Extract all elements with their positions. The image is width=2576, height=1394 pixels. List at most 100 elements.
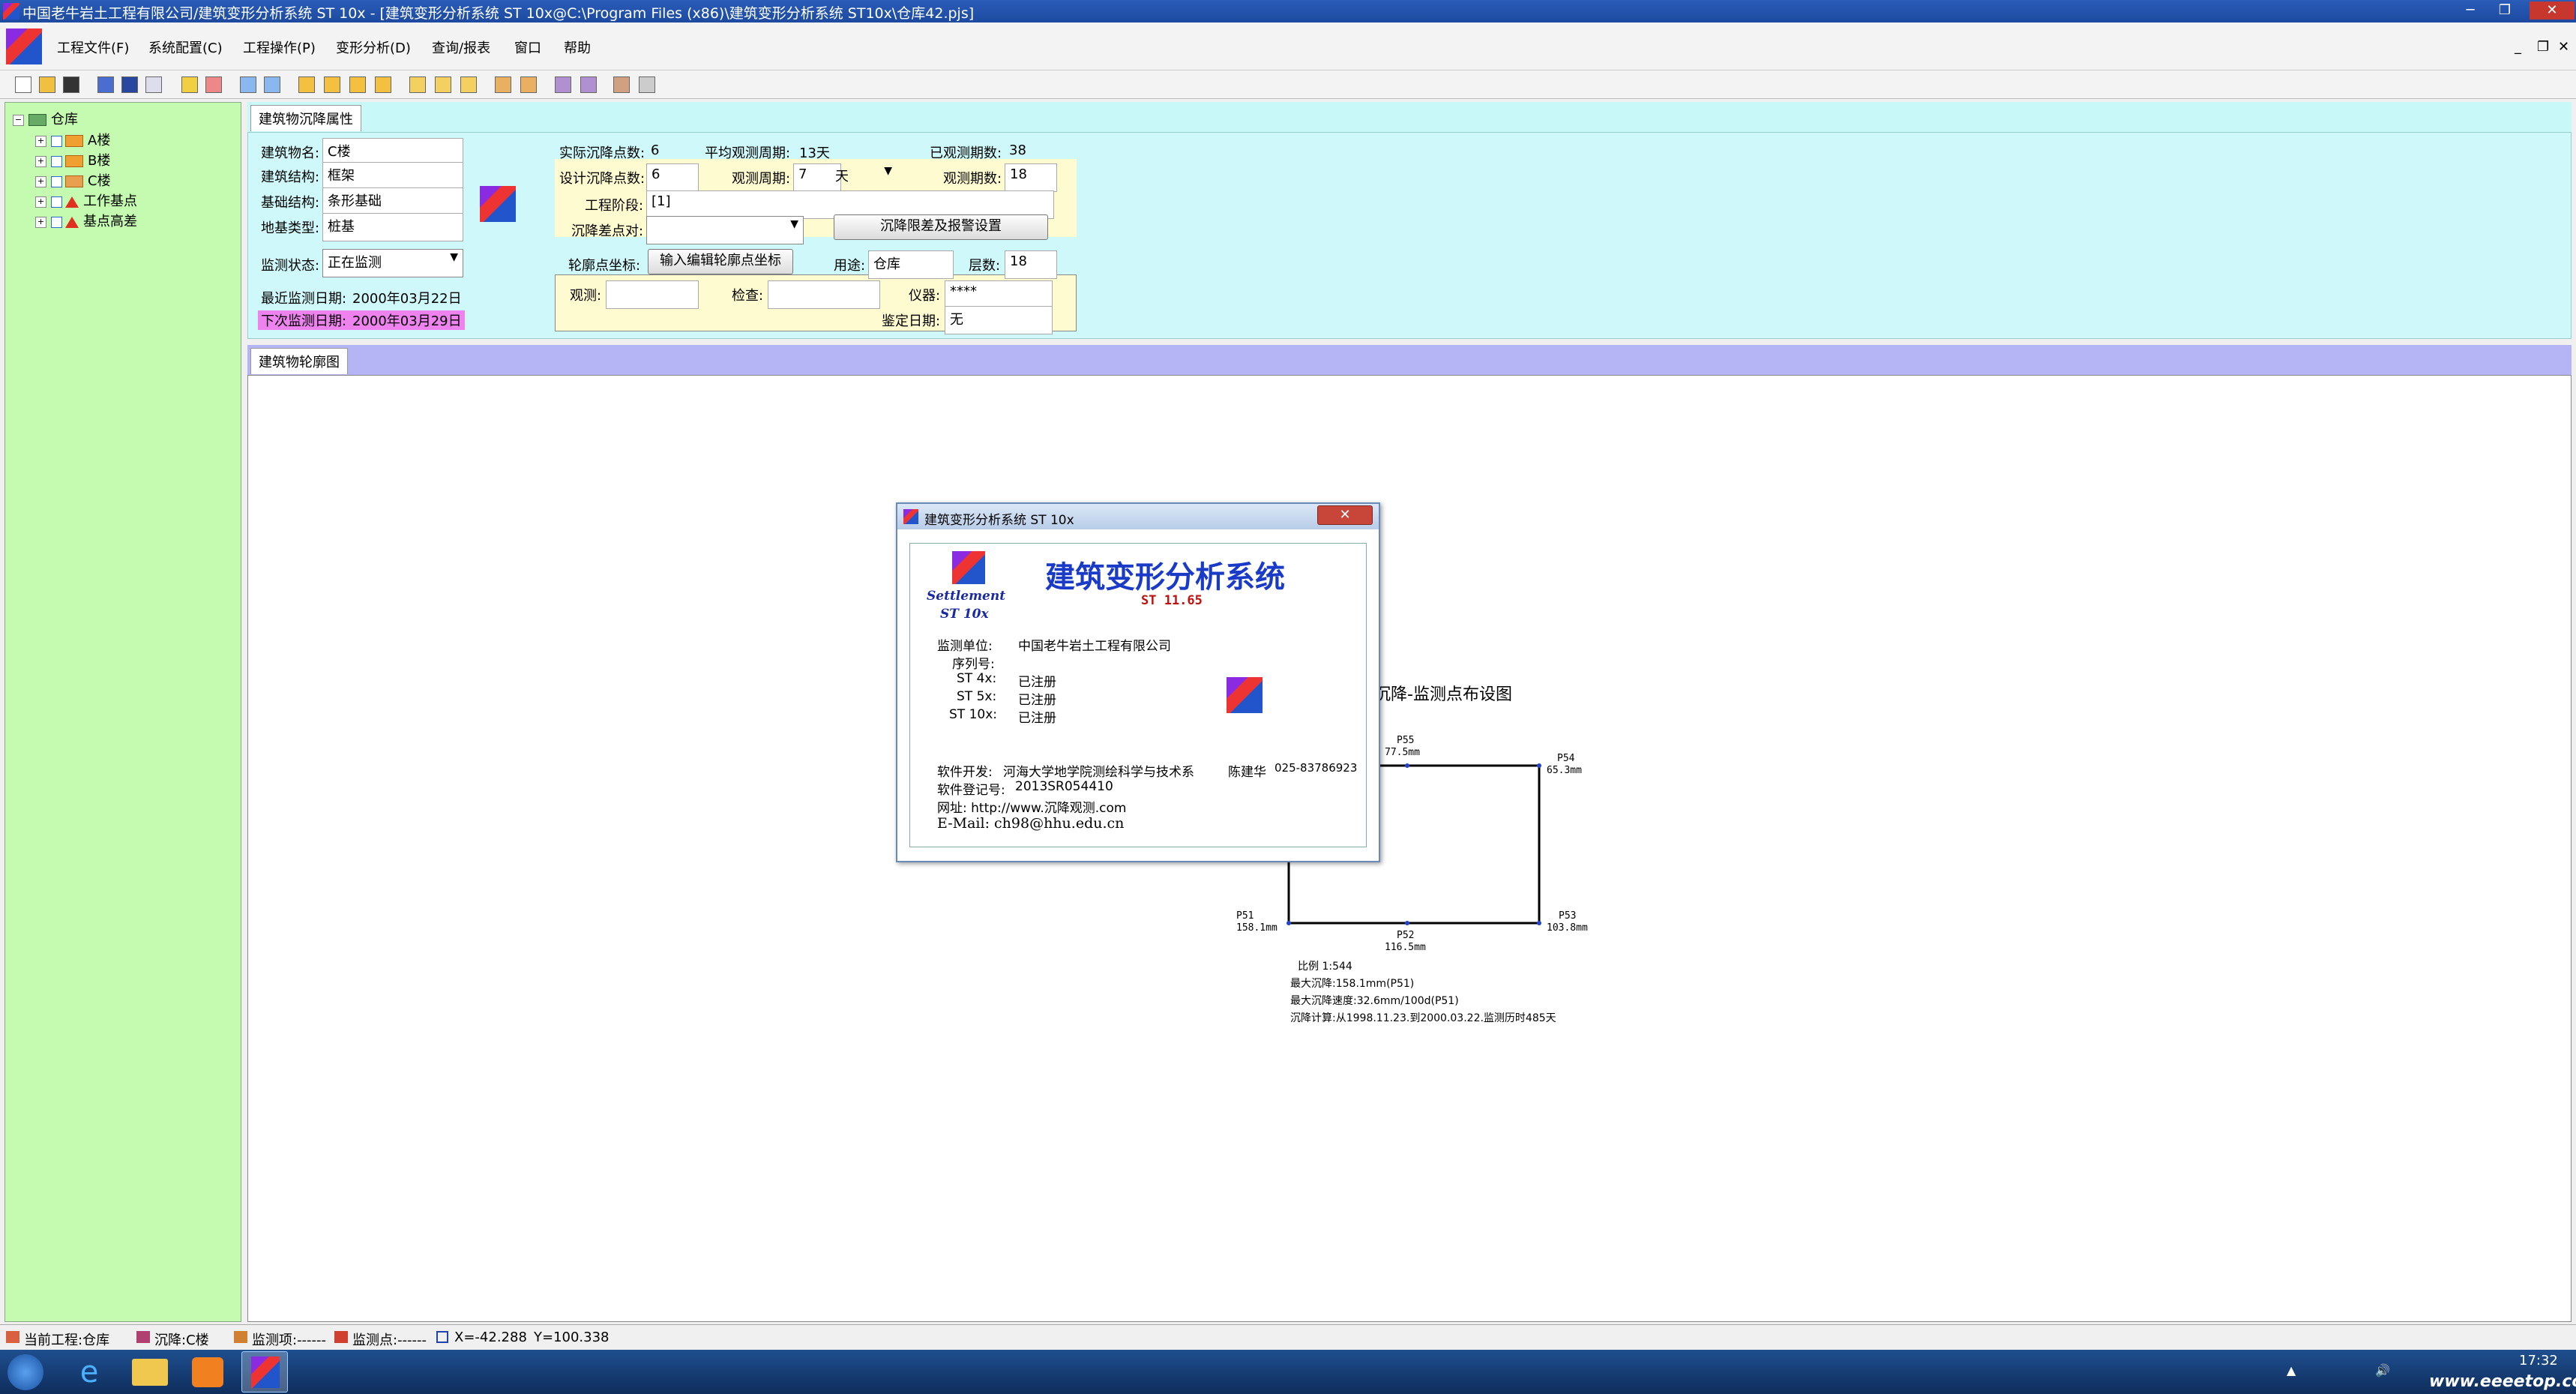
edit-icon[interactable]	[181, 76, 198, 93]
dialog-logo-icon	[952, 551, 985, 584]
point-icon[interactable]	[240, 76, 256, 93]
doc-icon[interactable]	[6, 28, 42, 64]
menu-analysis[interactable]: 变形分析(D)	[336, 37, 411, 57]
tab-outline[interactable]: 建筑物轮廓图	[250, 348, 348, 374]
mail-b-icon[interactable]	[435, 76, 451, 93]
mail-a-icon[interactable]	[409, 76, 426, 93]
open-icon[interactable]	[39, 76, 55, 93]
expand-icon[interactable]: +	[35, 155, 46, 167]
diff-select[interactable]: ▼	[646, 216, 804, 244]
period-unit-select[interactable]: 天 ▼	[831, 163, 897, 190]
menu-query[interactable]: 查询/报表	[432, 37, 490, 57]
checkbox-icon[interactable]	[51, 135, 62, 147]
limit-settings-button[interactable]: 沉降限差及报警设置	[834, 214, 1048, 240]
folder-b-icon[interactable]	[324, 76, 340, 93]
tab-building-props[interactable]: 建筑物沉降属性	[250, 105, 361, 131]
tray-clock[interactable]: 17:32	[2519, 1353, 2558, 1369]
usage-field[interactable]: 仓库	[868, 250, 954, 279]
ground-field[interactable]: 桩基	[322, 213, 463, 241]
dialog-website[interactable]: 网址: http://www.沉降观测.com	[937, 797, 1126, 816]
point-marker-p55[interactable]	[1405, 763, 1409, 768]
tree-item-workbase[interactable]: + 工作基点	[35, 190, 137, 210]
app-icon[interactable]	[3, 3, 19, 19]
about-icon[interactable]	[639, 76, 655, 93]
grid-icon[interactable]	[121, 76, 138, 93]
dialog-email[interactable]: E-Mail: ch98@hhu.edu.cn	[937, 815, 1124, 832]
verify-field[interactable]: 无	[945, 306, 1053, 334]
tree-item-b[interactable]: + B楼	[35, 150, 110, 169]
warehouse-icon	[28, 114, 46, 126]
chart-b-icon[interactable]	[520, 76, 537, 93]
menu-window[interactable]: 窗口	[514, 37, 541, 57]
save-icon[interactable]	[63, 76, 79, 93]
observe-field[interactable]	[606, 280, 699, 309]
dialog-titlebar[interactable]: 建筑变形分析系统 ST 10x ✕	[897, 504, 1379, 529]
floors-label: 层数:	[969, 258, 1001, 274]
dialog-close-icon[interactable]: ✕	[1317, 505, 1373, 525]
checkbox-icon[interactable]	[51, 196, 62, 208]
checkbox-icon[interactable]	[51, 175, 62, 187]
menu-project[interactable]: 工程操作(P)	[243, 37, 316, 57]
new-icon[interactable]	[15, 76, 31, 93]
folder-a-icon[interactable]	[298, 76, 315, 93]
restore-icon[interactable]: ❐	[2495, 1, 2515, 19]
mail-c-icon[interactable]	[460, 76, 477, 93]
expand-icon[interactable]: +	[35, 135, 46, 147]
foundation-field[interactable]: 条形基础	[322, 187, 463, 216]
point-label-p55: P55	[1397, 735, 1414, 746]
menu-file[interactable]: 工程文件(F)	[57, 37, 129, 57]
start-button[interactable]	[7, 1354, 43, 1390]
tree-item-diff[interactable]: + 基点高差	[35, 211, 137, 230]
expand-icon[interactable]: +	[35, 175, 46, 187]
report-icon[interactable]	[205, 76, 222, 93]
next-date-label: 下次监测日期:	[258, 310, 350, 330]
table-icon[interactable]	[145, 76, 162, 93]
chart-a-icon[interactable]	[495, 76, 511, 93]
monitor-state-select[interactable]: 正在监测 ▼	[322, 249, 463, 277]
taskbar-app-button[interactable]	[241, 1351, 288, 1393]
tree-item-c[interactable]: + C楼	[35, 170, 111, 190]
checkbox-icon[interactable]	[51, 155, 62, 167]
menu-help[interactable]: 帮助	[564, 37, 591, 57]
tree-root[interactable]: − 仓库	[13, 109, 78, 128]
tray-arrow-icon[interactable]: ▲	[2287, 1363, 2302, 1378]
folder-d-icon[interactable]	[375, 76, 391, 93]
volume-icon[interactable]: 🔊	[2375, 1363, 2390, 1378]
stat-period: 沉降计算:从1998.11.23.到2000.03.22.监测历时485天	[1290, 1012, 1556, 1024]
instrument-field[interactable]: ****	[945, 280, 1053, 309]
line-icon[interactable]	[264, 76, 280, 93]
copy-icon[interactable]	[97, 76, 114, 93]
point-marker-p52[interactable]	[1405, 921, 1409, 925]
obs-count-field[interactable]: 18	[1005, 163, 1057, 192]
expand-icon[interactable]: +	[35, 216, 46, 228]
child-minimize-icon[interactable]: _	[2515, 39, 2521, 55]
calc-a-icon[interactable]	[555, 76, 571, 93]
close-icon[interactable]: ✕	[2530, 1, 2575, 19]
minimize-icon[interactable]: ─	[2461, 1, 2480, 19]
unit-label: 监测单位:	[937, 639, 993, 654]
menu-config[interactable]: 系统配置(C)	[148, 37, 223, 57]
calc-b-icon[interactable]	[580, 76, 597, 93]
child-restore-icon[interactable]: ❐	[2537, 39, 2549, 55]
media-player-icon[interactable]	[192, 1357, 223, 1387]
child-close-icon[interactable]: ✕	[2558, 39, 2569, 55]
check-field[interactable]	[768, 280, 880, 309]
point-marker-p51[interactable]	[1287, 921, 1291, 925]
point-marker-p53[interactable]	[1537, 921, 1541, 925]
observe-label: 观测:	[570, 288, 602, 304]
folder-c-icon[interactable]	[349, 76, 366, 93]
floors-field[interactable]: 18	[1005, 250, 1057, 279]
expand-icon[interactable]: +	[35, 196, 46, 208]
tree-item-a[interactable]: + A楼	[35, 130, 110, 149]
point-marker-p54[interactable]	[1537, 763, 1541, 768]
ie-icon[interactable]: e	[72, 1356, 106, 1389]
print-icon[interactable]	[613, 76, 630, 93]
outline-canvas[interactable]: P51 158.1mm P52 116.5mm P53 103.8mm P54 …	[247, 375, 2572, 1322]
building-logo-icon[interactable]	[480, 186, 516, 222]
design-points-field[interactable]: 6	[646, 163, 699, 192]
structure-field[interactable]: 框架	[322, 162, 463, 190]
explorer-icon[interactable]	[132, 1359, 168, 1386]
checkbox-icon[interactable]	[51, 216, 62, 228]
collapse-icon[interactable]: −	[13, 114, 24, 126]
edit-outline-button[interactable]: 输入编辑轮廓点坐标	[648, 249, 793, 274]
